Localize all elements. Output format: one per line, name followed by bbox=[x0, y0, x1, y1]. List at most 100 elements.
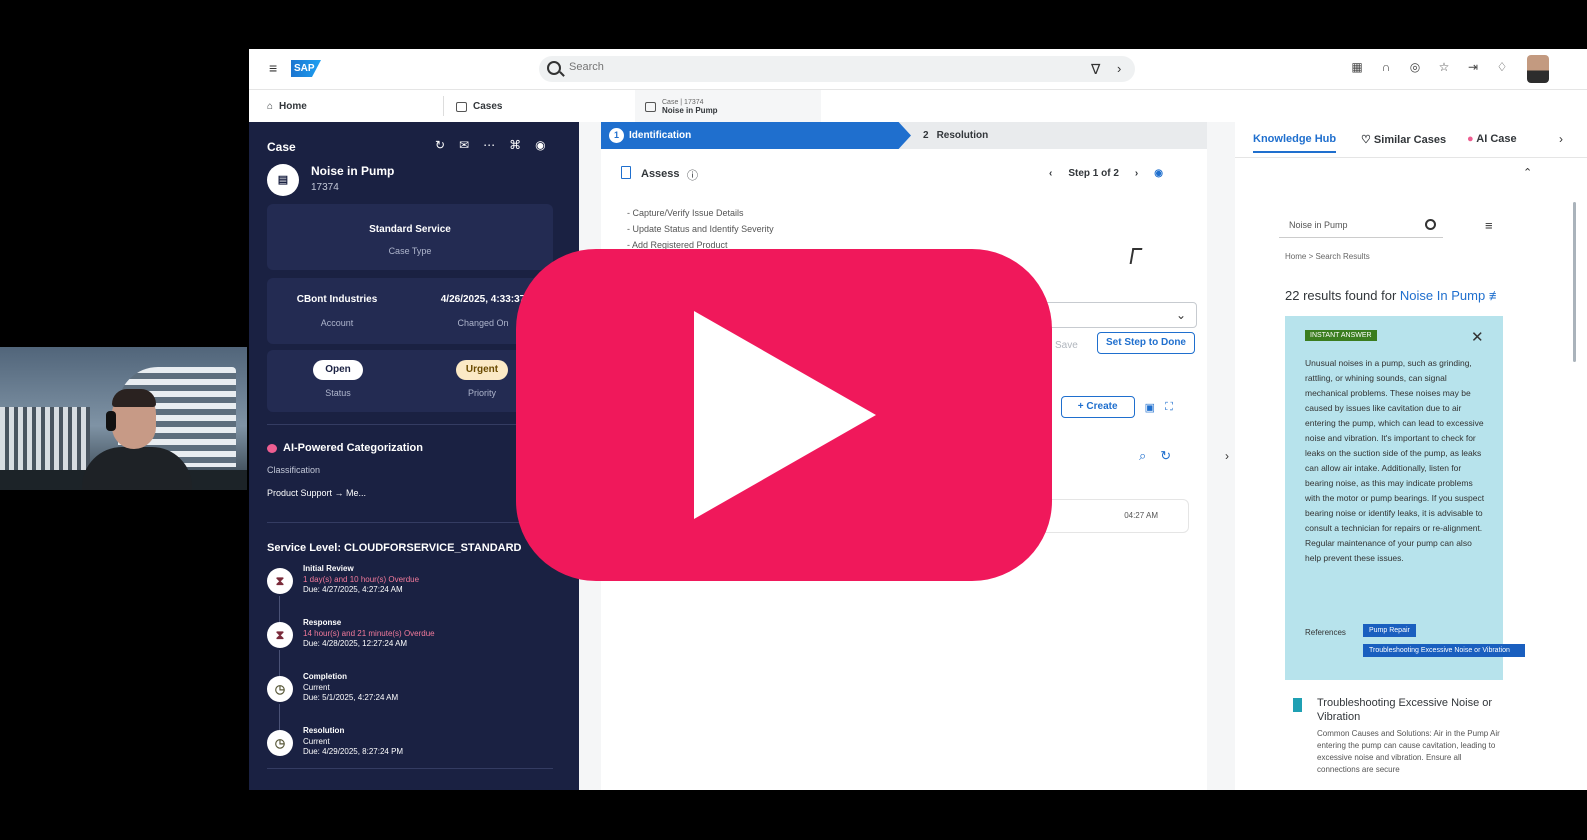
play-icon bbox=[694, 311, 876, 519]
panel-title: Case bbox=[267, 140, 296, 154]
search-icon bbox=[547, 61, 561, 75]
fullscreen-icon[interactable]: ⛶ bbox=[1165, 401, 1173, 414]
scrollbar[interactable] bbox=[1573, 202, 1576, 362]
headset-icon[interactable]: ∩ bbox=[1378, 59, 1394, 75]
hourglass-icon: ⧗ bbox=[267, 568, 293, 594]
service-item-resolution: ◷ Resolution Current Due: 4/29/2025, 8:2… bbox=[267, 726, 547, 770]
user-avatar[interactable] bbox=[1527, 55, 1549, 83]
network-icon[interactable]: ⌘ bbox=[509, 138, 521, 152]
ai-icon bbox=[267, 443, 277, 453]
chevron-right-icon[interactable]: › bbox=[1559, 132, 1563, 146]
priority-badge[interactable]: Urgent bbox=[456, 360, 508, 380]
step-progress-bar: 1 Identification 2 Resolution bbox=[601, 122, 1207, 149]
clock-icon: ◷ bbox=[267, 730, 293, 756]
ai-categorization-title: AI-Powered Categorization bbox=[267, 442, 423, 454]
tab-case-17374[interactable]: Case | 17374 Noise in Pump bbox=[635, 90, 821, 123]
close-icon[interactable]: ✕ bbox=[1471, 328, 1484, 346]
assess-title: Assess bbox=[641, 168, 680, 180]
filter-settings-icon[interactable]: ≢ bbox=[1489, 288, 1502, 303]
share-icon[interactable]: ⇥ bbox=[1465, 59, 1481, 75]
status-card: Open Status Urgent Priority bbox=[267, 350, 553, 412]
tab-cases[interactable]: Cases bbox=[456, 90, 502, 123]
step-indicator: Step 1 of 2 bbox=[1068, 168, 1119, 179]
presenter bbox=[82, 387, 192, 490]
document-icon bbox=[621, 166, 631, 179]
tab-home[interactable]: ⌂ Home bbox=[267, 90, 307, 123]
service-item-initial-review: ⧗ Initial Review 1 day(s) and 10 hour(s)… bbox=[267, 564, 547, 608]
side-tabs: Knowledge Hub ♡ Similar Cases ● AI Case … bbox=[1235, 122, 1587, 158]
case-type-icon: ▤ bbox=[267, 164, 299, 196]
article-snippet: Common Causes and Solutions: Air in the … bbox=[1317, 729, 1500, 774]
case-icon bbox=[645, 101, 656, 112]
ai-icon: ● bbox=[1467, 133, 1477, 145]
info-icon[interactable]: ⓘ bbox=[687, 167, 698, 183]
next-step-icon[interactable]: › bbox=[1135, 168, 1138, 179]
service-item-completion: ◷ Completion Current Due: 5/1/2025, 4:27… bbox=[267, 672, 547, 716]
home-icon: ⌂ bbox=[267, 101, 274, 112]
classification-label: Classification bbox=[267, 465, 321, 475]
breadcrumb[interactable]: Home > Search Results bbox=[1285, 252, 1370, 261]
account-value[interactable]: CBont Industries bbox=[267, 294, 407, 305]
tab-similar-cases[interactable]: ♡ Similar Cases bbox=[1361, 133, 1446, 146]
reference-link[interactable]: Pump Repair bbox=[1363, 624, 1416, 637]
sap-logo[interactable]: SAP bbox=[291, 60, 321, 77]
video-frame: ≡ SAP ∇ › ▦ ∩ ◎ ☆ ⇥ ♢ ⌂ Home bbox=[0, 0, 1587, 840]
bell-icon[interactable]: ♢ bbox=[1494, 59, 1510, 75]
assess-bullet: - Capture/Verify Issue Details bbox=[627, 208, 744, 218]
tab-bar: ⌂ Home Cases Case | 17374 Noise in Pump bbox=[249, 89, 1587, 123]
star-icon[interactable]: ☆ bbox=[1436, 59, 1452, 75]
tab-home-label: Home bbox=[279, 101, 307, 112]
search-icon[interactable] bbox=[1425, 219, 1436, 230]
tab-case-line1: Case | 17374 bbox=[662, 98, 704, 106]
more-icon[interactable]: ⋯ bbox=[483, 138, 495, 152]
search-icon[interactable]: ⌕ bbox=[1139, 448, 1146, 464]
hamburger-menu-icon[interactable]: ≡ bbox=[269, 61, 283, 75]
tab-cases-label: Cases bbox=[473, 101, 503, 112]
set-step-done-button[interactable]: Set Step to Done bbox=[1097, 332, 1195, 354]
shell-bar: ≡ SAP ∇ › ▦ ∩ ◎ ☆ ⇥ ♢ bbox=[249, 49, 1587, 89]
tab-case-line2: Noise in Pump bbox=[662, 105, 718, 115]
shell-actions: ▦ ∩ ◎ ☆ ⇥ ♢ bbox=[1349, 59, 1510, 75]
step-navigation: ‹ Step 1 of 2 › ◉ bbox=[1049, 168, 1163, 179]
refresh-icon[interactable]: ↻ bbox=[435, 138, 445, 152]
tab-ai-case[interactable]: ● AI Case bbox=[1467, 133, 1517, 145]
article-title[interactable]: Troubleshooting Excessive Noise or Vibra… bbox=[1317, 696, 1507, 724]
classification-value: Product Support → Me... bbox=[267, 488, 367, 498]
settings-icon[interactable]: ◉ bbox=[535, 138, 545, 152]
step-resolution[interactable]: 2 Resolution bbox=[923, 130, 988, 141]
global-search[interactable]: ∇ › bbox=[539, 56, 1135, 82]
mail-icon[interactable]: ✉ bbox=[459, 138, 469, 152]
reference-link[interactable]: Troubleshooting Excessive Noise or Vibra… bbox=[1363, 644, 1525, 657]
filter-icon[interactable]: ∇ bbox=[1091, 61, 1100, 78]
case-toolbar: ↻ ✉ ⋯ ⌘ ◉ bbox=[435, 138, 546, 152]
service-item-response: ⧗ Response 14 hour(s) and 21 minute(s) O… bbox=[267, 618, 547, 662]
layout-icon[interactable]: ▣ bbox=[1145, 401, 1155, 414]
status-badge[interactable]: Open bbox=[313, 360, 363, 380]
target-icon[interactable]: ◉ bbox=[1154, 168, 1163, 179]
chat-icon[interactable]: ◎ bbox=[1407, 59, 1423, 75]
refresh-icon[interactable]: ↻ bbox=[1160, 448, 1171, 464]
search-input[interactable] bbox=[569, 61, 1049, 73]
chevron-up-icon[interactable]: ⌃ bbox=[1523, 166, 1532, 179]
chevron-right-icon[interactable]: › bbox=[1117, 61, 1121, 76]
knowledge-search-input[interactable]: Noise in Pump bbox=[1279, 214, 1443, 238]
menu-icon[interactable]: ≡ bbox=[1485, 218, 1493, 233]
knowledge-panel: Knowledge Hub ♡ Similar Cases ● AI Case … bbox=[1235, 122, 1587, 790]
create-button[interactable]: + Create bbox=[1060, 396, 1135, 418]
play-button[interactable] bbox=[516, 249, 1052, 581]
instant-answer-tag: INSTANT ANSWER bbox=[1305, 330, 1377, 341]
service-level-title: Service Level: CLOUDFORSERVICE_STANDARD bbox=[267, 542, 522, 554]
case-type-card: Standard Service Case Type bbox=[267, 204, 553, 270]
case-id: 17374 bbox=[311, 182, 339, 193]
cases-icon bbox=[456, 101, 467, 112]
save-button[interactable]: Save bbox=[1055, 340, 1078, 351]
tab-knowledge-hub[interactable]: Knowledge Hub bbox=[1253, 133, 1337, 153]
timeline-time: 04:27 AM bbox=[1124, 511, 1158, 520]
prev-step-icon[interactable]: ‹ bbox=[1049, 168, 1052, 179]
results-heading: 22 results found for Noise In Pump ≢ bbox=[1285, 288, 1502, 303]
collapse-panel-icon[interactable]: › bbox=[1225, 449, 1229, 463]
step-identification[interactable]: 1 Identification bbox=[601, 122, 911, 149]
timeline-actions: ⌕ ↻ bbox=[1139, 448, 1171, 464]
instant-answer-text: Unusual noises in a pump, such as grindi… bbox=[1305, 358, 1485, 563]
qr-icon[interactable]: ▦ bbox=[1349, 59, 1365, 75]
